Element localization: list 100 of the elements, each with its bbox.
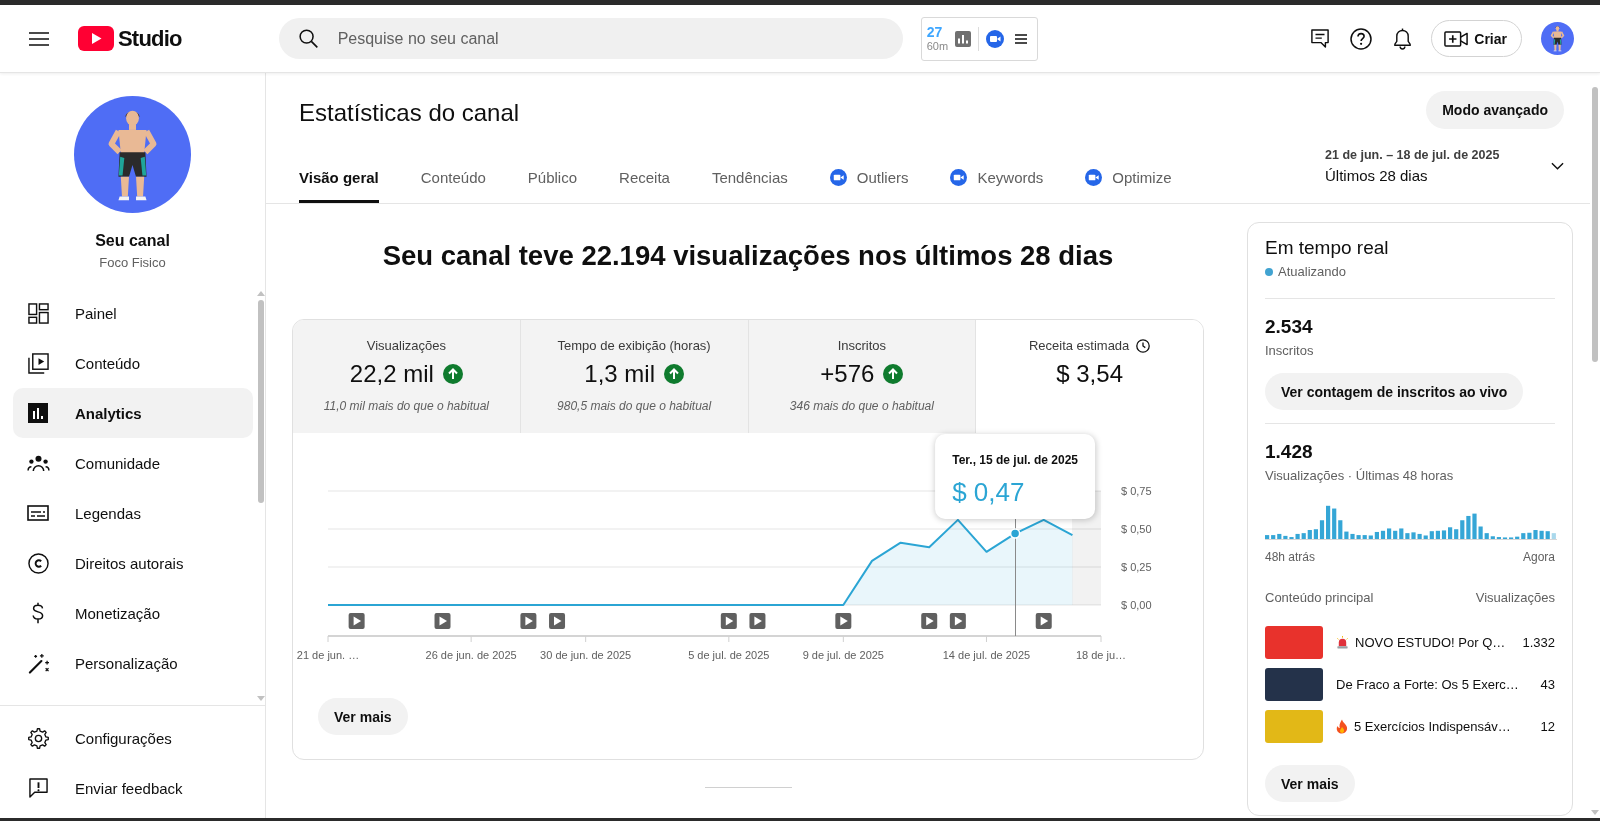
see-more-button[interactable]: Ver mais [1265,765,1355,802]
stat-label: Inscritos [1265,342,1315,360]
nav-item[interactable]: Analytics [13,388,253,438]
play-logo-icon [78,26,114,51]
page-title: Estatísticas do canal [299,99,520,127]
picture-play-marker[interactable] [434,613,451,629]
scrollbar-thumb[interactable] [1592,87,1598,362]
create-button[interactable]: Criar [1431,20,1522,57]
metric-tab[interactable]: Visualizações 22,2 mil 11,0 mil mais do que o habitual [293,320,521,433]
studio-logo[interactable]: Studio [78,25,182,52]
tab[interactable]: Público [527,154,578,203]
nav-item[interactable]: Legendas [13,488,253,538]
picture-play-marker[interactable] [749,613,766,629]
tab[interactable]: Tendências [711,154,788,203]
headline: Seu canal teve 22.194 visualizações nos últimos 28 dias [381,240,1115,272]
nav-item[interactable]: Direitos autorais [13,538,253,588]
metric-tab[interactable]: Tempo de exibição (horas) 1,3 mil 980,5 mais do que o habitual [520,320,749,433]
video-thumbnail[interactable] [1265,668,1323,701]
scrollbar-thumb[interactable] [257,300,264,503]
axis-label: $ 0,50 [1121,523,1152,535]
extension-count: 27 [926,25,944,39]
axis-label: $ 0,00 [1121,599,1152,611]
nav-item[interactable]: Personalização [13,638,253,688]
camera-badge-icon[interactable] [986,29,1005,48]
extension-widget[interactable]: 27 60m [920,16,1039,61]
see-more-button[interactable]: Ver mais [318,698,408,735]
menu-icon[interactable] [29,31,49,46]
video-title[interactable]: De Fraco a Forte: Os 5 Exerc… [1336,677,1519,692]
video-title[interactable]: NOVO ESTUDO! Por Q… [1355,635,1506,650]
nav-item[interactable]: Configurações [13,713,253,763]
live-count-button[interactable]: Ver contagem de inscritos ao vivo [1265,373,1524,410]
picture-play-marker[interactable] [921,613,938,629]
channel-avatar[interactable] [74,96,191,213]
stat-label: Visualizações · Últimas 48 horas [1265,467,1455,485]
picture-play-marker[interactable] [549,613,566,629]
search-field[interactable]: Pesquise no seu canal [278,18,903,59]
feedback-icon [28,777,48,799]
picture-play-marker[interactable] [1035,613,1052,629]
axis-label: 30 de jun. de 2025 [540,649,632,661]
menu-icon[interactable] [1015,33,1028,44]
flame-icon [1336,719,1348,734]
picture-play-marker[interactable] [348,613,365,629]
nav-item[interactable]: Monetização [13,588,253,638]
picture-play-marker[interactable] [949,613,966,629]
notifications-icon[interactable] [1392,27,1412,50]
channel-name: Foco Fisico [99,254,166,272]
advanced-mode-button[interactable]: Modo avançado [1426,91,1564,129]
axis-label: $ 0,25 [1121,561,1152,573]
video-title[interactable]: 5 Exercícios Indispensáv… [1354,719,1511,734]
axis-label: 9 de jul. de 2025 [802,649,884,661]
axis-label: 26 de jun. de 2025 [425,649,517,661]
axis-label: 48h atrás [1265,549,1316,566]
nav-item[interactable]: Comunidade [13,438,253,488]
magic-wand-icon [27,652,49,674]
tab[interactable]: Conteúdo [420,154,486,203]
avatar-icon[interactable] [1541,22,1574,55]
metric-value: +576 [820,359,875,389]
metric-value: 1,3 mil [584,359,655,389]
date-range-picker[interactable]: 21 de jun. – 18 de jul. de 2025 Últimos 28 dias [1325,148,1564,184]
chart-tooltip: Ter., 15 de jul. de 2025 $ 0,47 [935,434,1096,519]
view-count: 43 [1540,677,1555,692]
tab[interactable]: Visão geral [299,154,379,203]
nav-item[interactable]: Enviar feedback [13,763,253,813]
bar-chart-icon[interactable] [955,30,972,47]
card-title: Em tempo real [1265,237,1390,259]
play-stack-icon [27,352,49,374]
tab[interactable]: Outliers [829,154,909,203]
subscriber-count: 2.534 [1265,315,1314,339]
chevron-down-icon [1551,162,1564,170]
feedback-icon[interactable] [1311,28,1330,49]
picture-play-marker[interactable] [720,613,737,629]
hover-point-icon [1009,528,1021,539]
nav-item[interactable]: Painel [13,288,253,338]
view-count: 12 [1540,719,1555,734]
tab[interactable]: Optimize [1085,154,1172,203]
help-icon[interactable] [1350,27,1373,50]
axis-label: 18 de ju… [1075,649,1127,661]
metric-label: Visualizações [366,338,446,354]
nav-item[interactable]: Conteúdo [13,338,253,388]
picture-play-marker[interactable] [835,613,852,629]
video-thumbnail[interactable] [1265,710,1323,743]
status-text: Atualizando [1278,263,1346,281]
people-icon [26,454,50,472]
date-range-text: 21 de jun. – 18 de jul. de 2025 [1325,148,1501,162]
metric-comparison: 11,0 mil mais do que o habitual [323,398,489,414]
search-icon[interactable] [298,29,318,48]
axis-label: Agora [1522,549,1555,566]
metric-label: Tempo de exibição (horas) [557,338,711,354]
tab[interactable]: Receita [619,154,670,203]
tab[interactable]: Keywords [950,154,1044,203]
metric-tab[interactable]: Inscritos +576 346 mais do que o habitual [748,320,977,433]
video-plus-icon [1444,29,1469,48]
axis-label: 21 de jun. … [296,649,360,661]
dollar-icon [32,602,44,624]
metric-label: Receita estimada [1028,338,1130,354]
copyright-icon [27,552,49,574]
status-dot-icon [1265,268,1273,276]
video-thumbnail[interactable] [1265,626,1323,659]
picture-play-marker[interactable] [520,613,537,629]
metric-label: Inscritos [837,338,887,354]
